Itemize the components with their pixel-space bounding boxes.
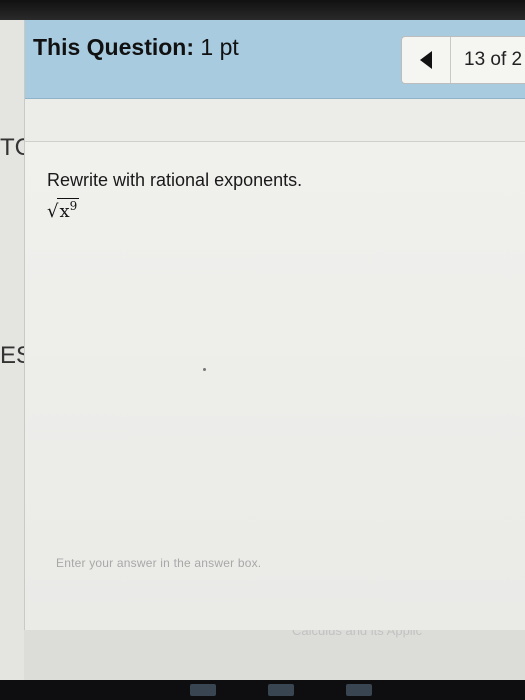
triangle-left-icon (420, 51, 432, 69)
question-prompt: Rewrite with rational exponents. (47, 170, 303, 190)
taskbar-app-icon[interactable] (190, 684, 216, 696)
question-toolbar (25, 99, 525, 142)
radicand-exponent: 9 (69, 199, 78, 213)
mouse-pointer-dot (203, 368, 206, 371)
taskbar-app-icon[interactable] (346, 684, 372, 696)
left-sidebar-fragment: TC ES (0, 20, 32, 680)
question-header: This Question: 1 pt 13 of 2 (25, 20, 525, 99)
question-panel: This Question: 1 pt 13 of 2 Rewrite with… (24, 20, 525, 630)
radicand-base: x (59, 201, 70, 222)
radical-expression: √x9 (47, 198, 80, 222)
question-content: Rewrite with rational exponents. √x9 Ent… (25, 142, 525, 630)
previous-question-button[interactable] (402, 37, 451, 83)
question-points: 1 pt (200, 34, 239, 60)
monitor-bezel-top (0, 0, 525, 20)
question-label: This Question: (33, 34, 194, 60)
question-navigator: 13 of 2 (401, 36, 525, 84)
question-counter: 13 of 2 (464, 49, 523, 70)
page-footer: Calculus and its Applic (24, 630, 525, 680)
taskbar (0, 680, 525, 700)
footer-course-title: Calculus and its Applic (292, 630, 423, 638)
question-title: This Question: 1 pt (33, 34, 239, 61)
answer-hint: Enter your answer in the answer box. (56, 556, 262, 570)
radicand: x9 (57, 198, 80, 222)
taskbar-app-icon[interactable] (268, 684, 294, 696)
